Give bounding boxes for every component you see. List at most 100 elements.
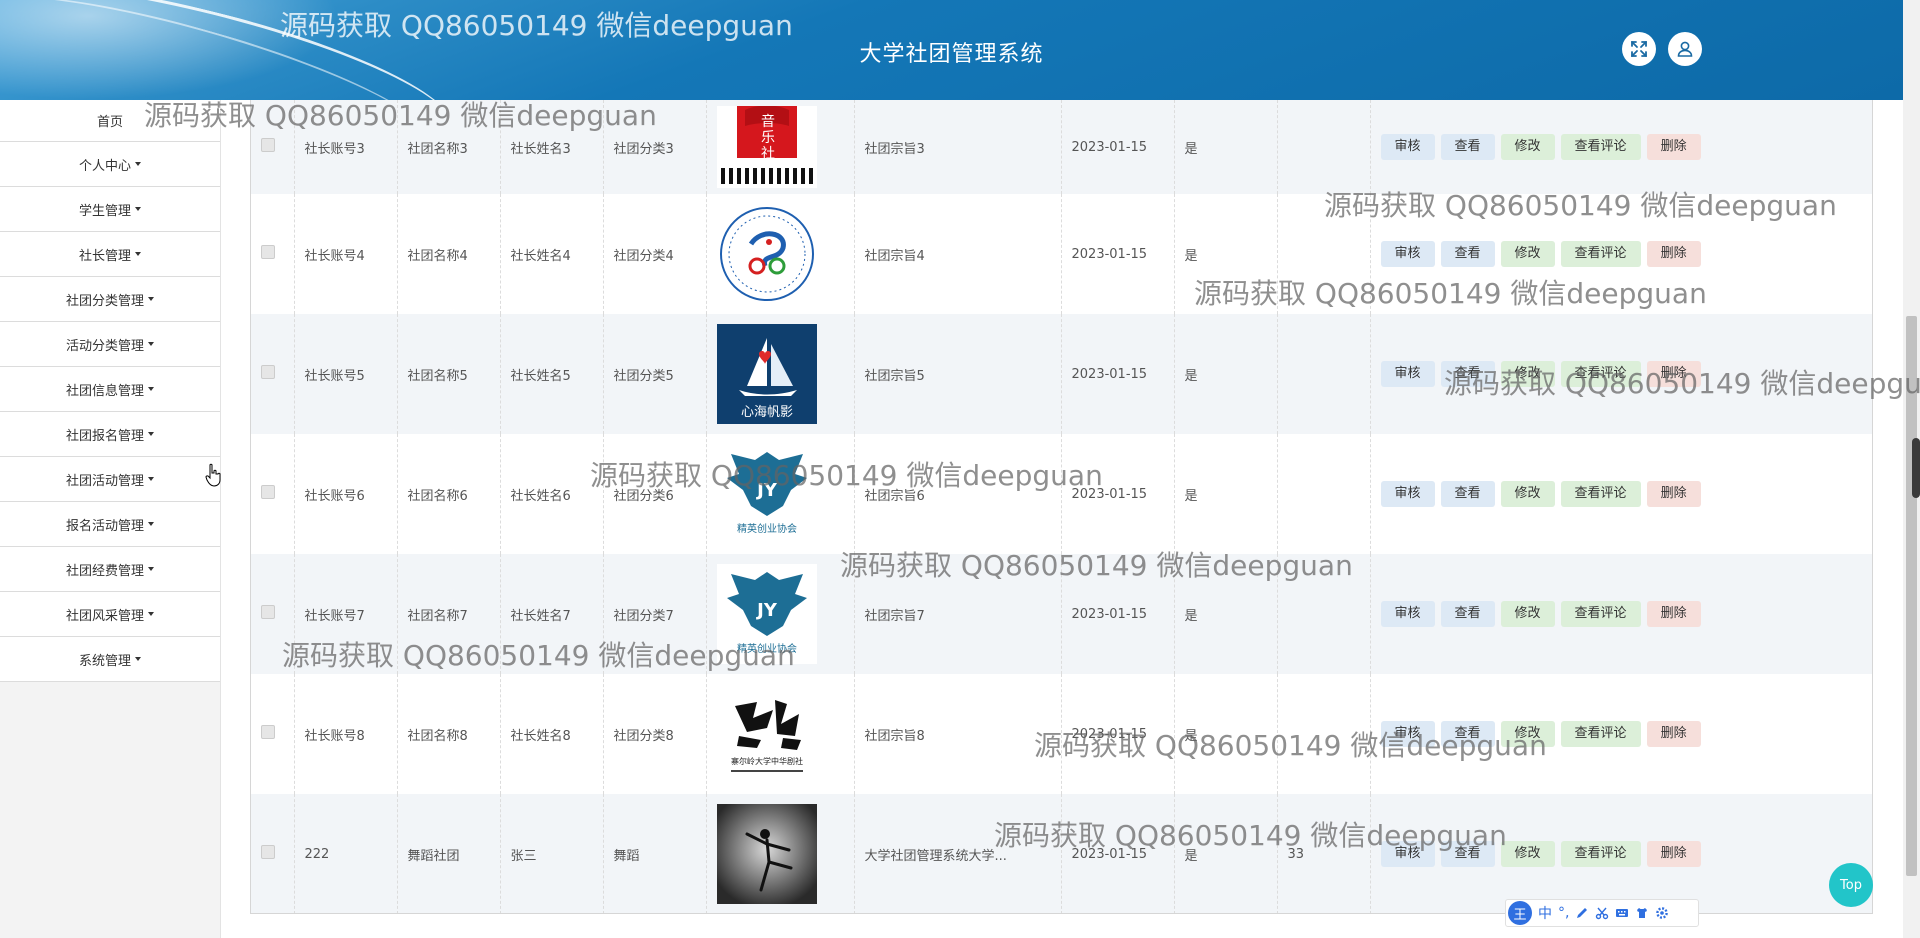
keyboard-icon[interactable] <box>1615 906 1629 920</box>
row-checkbox[interactable] <box>261 245 275 259</box>
fullscreen-icon <box>1631 41 1647 57</box>
audit-button[interactable]: 审核 <box>1380 241 1435 267</box>
sidebar-item-club-info[interactable]: 社团信息管理 <box>0 367 220 412</box>
cell-approved: 是 <box>1174 434 1278 554</box>
view-button[interactable]: 查看 <box>1440 841 1495 867</box>
edit-button[interactable]: 修改 <box>1500 481 1555 507</box>
caret-down-icon <box>135 162 141 166</box>
sidebar-item-label: 社团报名管理 <box>65 428 144 444</box>
delete-button[interactable]: 删除 <box>1646 241 1701 267</box>
cell-club-name: 社团名称4 <box>397 194 501 314</box>
cell-actions: 审核 查看 修改 查看评论 删除 <box>1370 314 1872 434</box>
shirt-icon[interactable] <box>1635 906 1649 920</box>
cell-date: 2023-01-15 <box>1061 314 1175 434</box>
ime-logo[interactable]: 王 <box>1508 901 1532 925</box>
sidebar-item-club-signups[interactable]: 社团报名管理 <box>0 412 220 457</box>
cell-logo: JY 精英创业协会 <box>706 554 855 674</box>
row-checkbox[interactable] <box>261 845 275 859</box>
audit-button[interactable]: 审核 <box>1380 481 1435 507</box>
sidebar-item-system[interactable]: 系统管理 <box>0 637 220 682</box>
view-button[interactable]: 查看 <box>1440 134 1495 160</box>
sidebar-item-home[interactable]: 首页 <box>0 100 220 142</box>
sidebar-item-label: 学生管理 <box>78 203 131 219</box>
sidebar-item-activity-signups[interactable]: 报名活动管理 <box>0 502 220 547</box>
view-comments-button[interactable]: 查看评论 <box>1560 481 1641 507</box>
view-comments-button[interactable]: 查看评论 <box>1560 134 1641 160</box>
view-button[interactable]: 查看 <box>1440 361 1495 387</box>
sidebar-item-leaders[interactable]: 社长管理 <box>0 232 220 277</box>
edit-button[interactable]: 修改 <box>1500 361 1555 387</box>
side-grip-handle[interactable] <box>1912 438 1920 498</box>
edit-button[interactable]: 修改 <box>1500 841 1555 867</box>
view-comments-button[interactable]: 查看评论 <box>1560 841 1641 867</box>
cell-approved: 是 <box>1174 554 1278 674</box>
view-comments-button[interactable]: 查看评论 <box>1560 601 1641 627</box>
edit-button[interactable]: 修改 <box>1500 134 1555 160</box>
delete-button[interactable]: 删除 <box>1646 841 1701 867</box>
row-checkbox[interactable] <box>261 605 275 619</box>
delete-button[interactable]: 删除 <box>1646 361 1701 387</box>
row-checkbox[interactable] <box>261 725 275 739</box>
cell-logo: 寨尔岭大学中华剧社 <box>706 674 855 794</box>
delete-button[interactable]: 删除 <box>1646 481 1701 507</box>
cell-account: 社长账号5 <box>294 314 398 434</box>
sidebar-item-club-activities[interactable]: 社团活动管理 <box>0 457 220 502</box>
sidebar: 首页 个人中心 学生管理 社长管理 社团分类管理 活动分类管理 社团信息管理 社… <box>0 100 221 938</box>
view-button[interactable]: 查看 <box>1440 721 1495 747</box>
scissors-icon[interactable] <box>1595 906 1609 920</box>
sidebar-item-personal-center[interactable]: 个人中心 <box>0 142 220 187</box>
cell-account: 社长账号4 <box>294 194 398 314</box>
audit-button[interactable]: 审核 <box>1380 601 1435 627</box>
ime-toolbar: 王 中 °, <box>1505 899 1699 927</box>
user-button[interactable] <box>1668 32 1702 66</box>
caret-down-icon <box>148 297 154 301</box>
logo-char: 社 <box>761 146 775 162</box>
row-checkbox[interactable] <box>261 138 275 152</box>
audit-button[interactable]: 审核 <box>1380 721 1435 747</box>
back-to-top-button[interactable]: Top <box>1829 863 1873 907</box>
logo-text: JY <box>755 600 778 621</box>
sidebar-item-club-funds[interactable]: 社团经费管理 <box>0 547 220 592</box>
sidebar-item-label: 社团活动管理 <box>65 473 144 489</box>
edit-button[interactable]: 修改 <box>1500 241 1555 267</box>
sidebar-item-club-categories[interactable]: 社团分类管理 <box>0 277 220 322</box>
sidebar-item-activity-categories[interactable]: 活动分类管理 <box>0 322 220 367</box>
eagle-jy-logo: JY 精英创业协会 <box>716 564 817 664</box>
delete-button[interactable]: 删除 <box>1646 721 1701 747</box>
view-button[interactable]: 查看 <box>1440 481 1495 507</box>
audit-button[interactable]: 审核 <box>1380 841 1435 867</box>
row-checkbox[interactable] <box>261 365 275 379</box>
audit-button[interactable]: 审核 <box>1380 361 1435 387</box>
view-comments-button[interactable]: 查看评论 <box>1560 361 1641 387</box>
cell-approved: 是 <box>1174 794 1278 913</box>
sailboat-logo: 心海帆影 <box>716 324 817 424</box>
delete-button[interactable]: 删除 <box>1646 601 1701 627</box>
view-comments-button[interactable]: 查看评论 <box>1560 721 1641 747</box>
ime-mode-toggle[interactable]: 中 <box>1538 903 1552 923</box>
view-button[interactable]: 查看 <box>1440 601 1495 627</box>
audit-button[interactable]: 审核 <box>1380 134 1435 160</box>
ime-punct-toggle[interactable]: °, <box>1558 905 1569 921</box>
view-button[interactable]: 查看 <box>1440 241 1495 267</box>
edit-button[interactable]: 修改 <box>1500 721 1555 747</box>
cell-reply <box>1277 100 1371 194</box>
main-content: 社长账号3 社团名称3 社长姓名3 社团分类3 音 乐 社 社团宗旨3 2023… <box>221 100 1903 938</box>
edit-button[interactable]: 修改 <box>1500 601 1555 627</box>
sidebar-item-club-showcase[interactable]: 社团风采管理 <box>0 592 220 637</box>
cell-approved: 是 <box>1174 674 1278 794</box>
delete-button[interactable]: 删除 <box>1646 134 1701 160</box>
cell-category: 社团分类4 <box>603 194 707 314</box>
gear-icon[interactable] <box>1655 906 1669 920</box>
cell-account: 社长账号7 <box>294 554 398 674</box>
fullscreen-button[interactable] <box>1622 32 1656 66</box>
table-row: 社长账号7 社团名称7 社长姓名7 社团分类7 JY 精英创业协会 社团宗旨7 … <box>251 554 1872 674</box>
scrollbar-thumb[interactable] <box>1906 316 1917 876</box>
row-checkbox[interactable] <box>261 485 275 499</box>
cell-date: 2023-01-15 <box>1061 674 1175 794</box>
table-row: 社长账号3 社团名称3 社长姓名3 社团分类3 音 乐 社 社团宗旨3 2023… <box>251 100 1872 194</box>
cell-date: 2023-01-15 <box>1061 100 1175 194</box>
view-comments-button[interactable]: 查看评论 <box>1560 241 1641 267</box>
caret-down-icon <box>148 567 154 571</box>
pen-icon[interactable] <box>1575 906 1589 920</box>
sidebar-item-students[interactable]: 学生管理 <box>0 187 220 232</box>
